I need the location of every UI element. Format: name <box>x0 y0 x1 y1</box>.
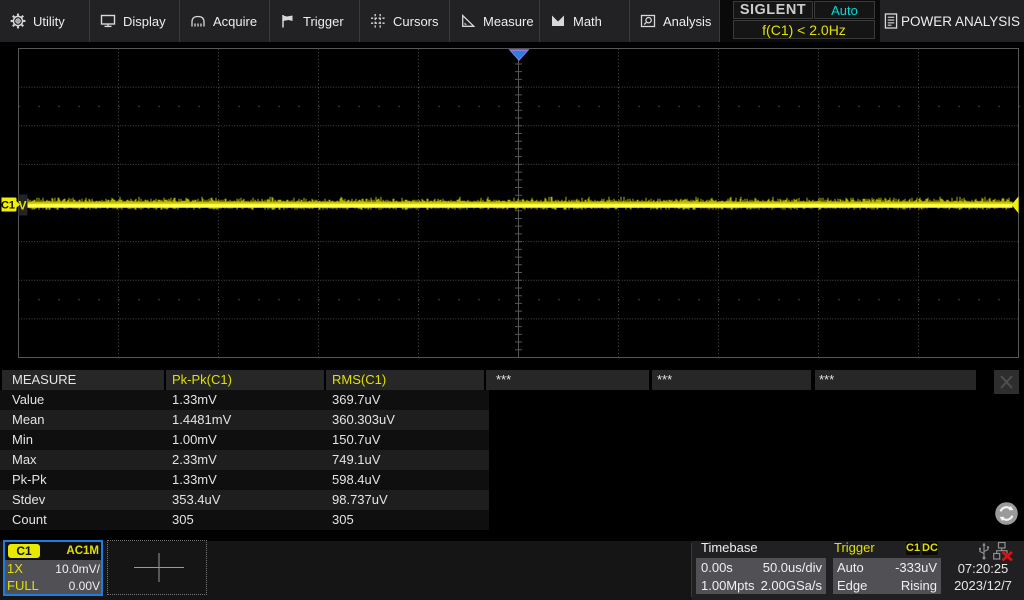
svg-text:V: V <box>18 199 26 213</box>
svg-text:C1: C1 <box>1 200 15 212</box>
